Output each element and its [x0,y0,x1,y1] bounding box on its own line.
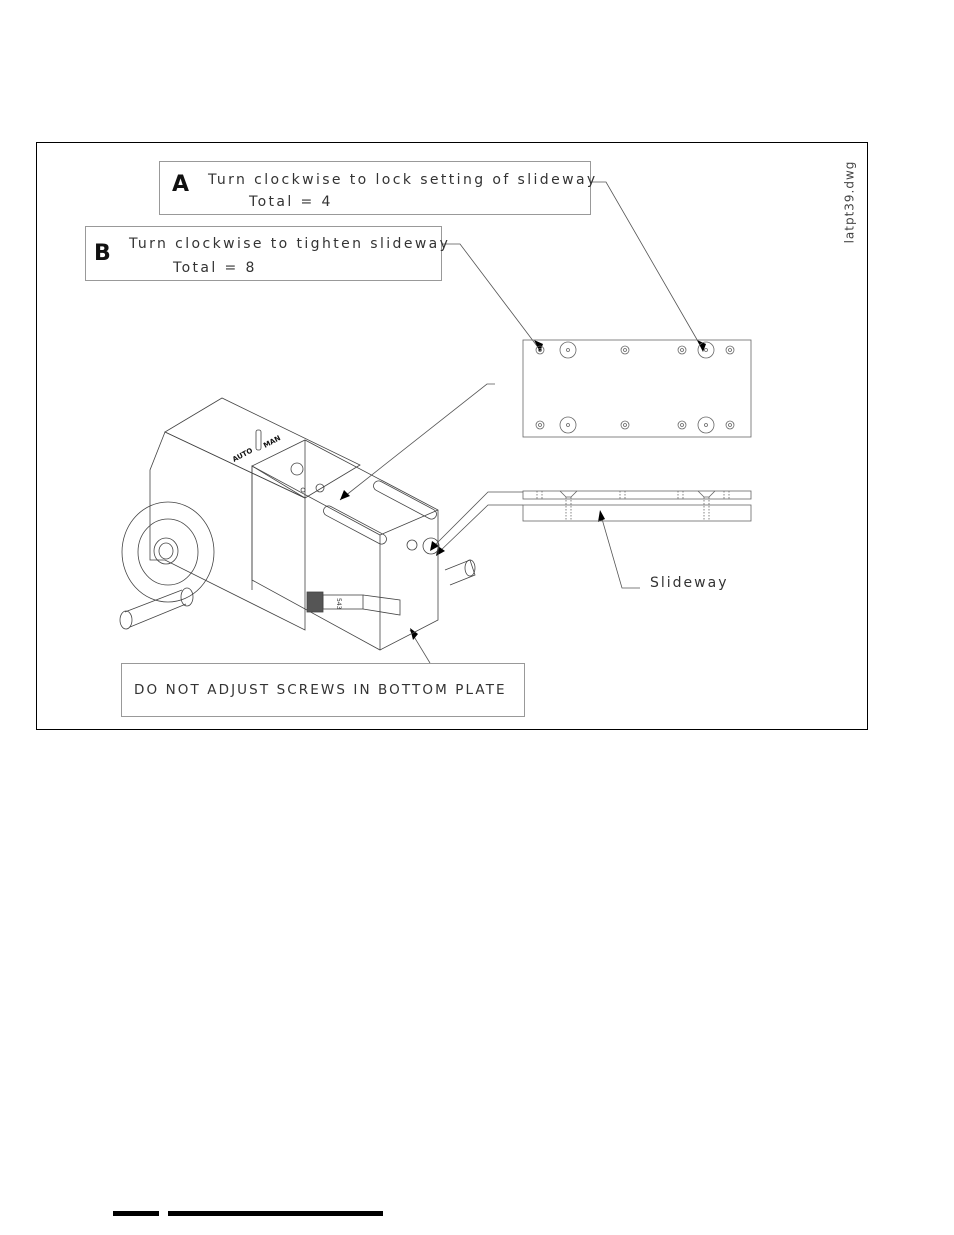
arrow-slideway [598,510,605,522]
callout-b-letter: B [94,241,111,266]
top-view-plate [522,339,752,438]
housing-top [164,397,361,499]
micrometer-scale: 543 [335,598,342,610]
auto-man-switch [255,429,262,451]
callout-b: B Turn clockwise to tighten slideway Tot… [85,226,448,281]
warning-text: DO NOT ADJUST SCREWS IN BOTTOM PLATE [134,682,507,698]
footer-rule-short [113,1211,159,1216]
micrometer-thimble [306,591,324,613]
footer-rule-long [168,1211,383,1216]
slide-body [251,439,439,651]
leader-a [591,181,704,351]
handwheel [121,501,215,603]
leader-b [442,243,541,351]
screw-holes-bottom-row [535,416,735,434]
slideway-label: Slideway [650,575,729,591]
drawing-id-text: latpt39.dwg [842,160,857,244]
callout-b-instruction: Turn clockwise to tighten slideway [129,236,451,252]
drawing-id: latpt39.dwg [834,161,864,245]
handle [124,589,183,613]
callout-a: A Turn clockwise to lock setting of slid… [159,161,595,215]
callout-b-total: Total = 8 [173,260,257,276]
leader-top-1 [431,491,523,549]
callout-a-letter: A [172,172,190,197]
leader-plate [339,383,495,501]
arrow-plate [340,490,350,500]
side-view-slideway [522,490,752,522]
warning-box: DO NOT ADJUST SCREWS IN BOTTOM PLATE [121,663,525,717]
leader-slideway [599,511,640,589]
auto-label: AUTO [231,447,254,464]
man-label: MAN [262,434,282,450]
callout-a-instruction: Turn clockwise to lock setting of slidew… [208,172,598,188]
callout-a-total: Total = 4 [249,194,333,210]
